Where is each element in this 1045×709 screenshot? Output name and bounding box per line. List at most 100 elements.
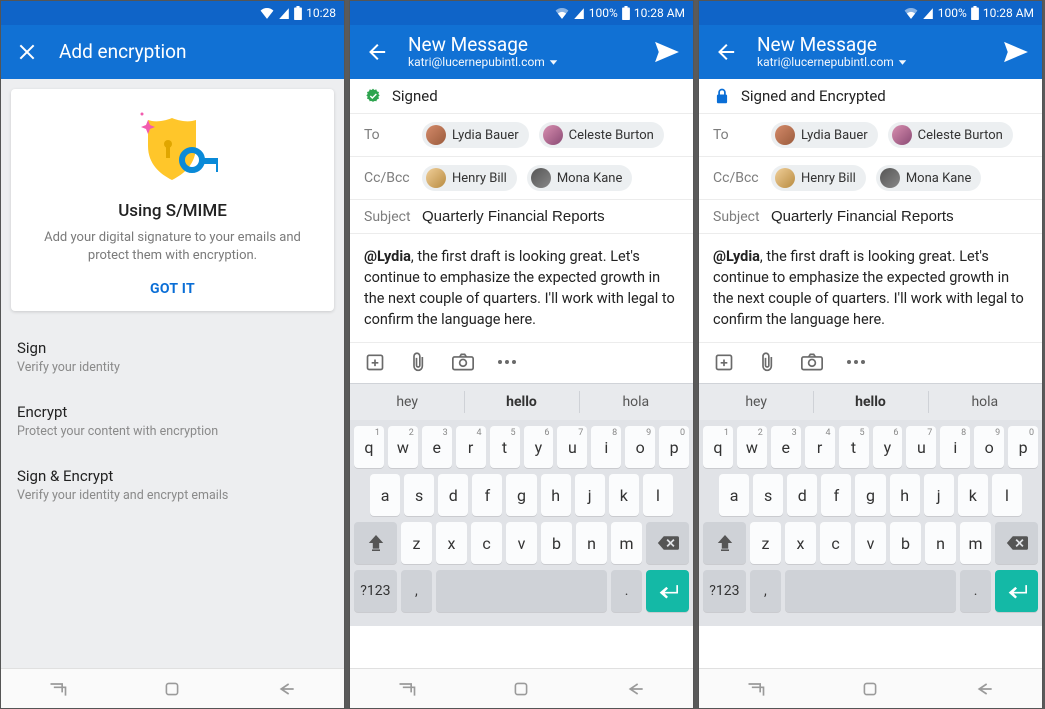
key-comma[interactable]: , — [750, 570, 781, 612]
key-v[interactable]: v — [855, 522, 886, 564]
key-enter[interactable] — [995, 570, 1038, 612]
key-j[interactable]: j — [924, 474, 954, 516]
key-b[interactable]: b — [541, 522, 572, 564]
key-space[interactable] — [785, 570, 956, 612]
key-l[interactable]: l — [643, 474, 673, 516]
camera-icon[interactable] — [801, 351, 823, 373]
back-icon[interactable] — [275, 677, 299, 701]
key-x[interactable]: x — [436, 522, 467, 564]
key-y[interactable]: y6 — [524, 426, 554, 468]
key-q[interactable]: q1 — [354, 426, 384, 468]
key-i[interactable]: i8 — [591, 426, 621, 468]
key-z[interactable]: z — [750, 522, 781, 564]
home-icon[interactable] — [858, 677, 882, 701]
key-m[interactable]: m — [611, 522, 642, 564]
recents-icon[interactable] — [46, 677, 70, 701]
key-f[interactable]: f — [472, 474, 502, 516]
send-button[interactable] — [653, 38, 681, 66]
key-k[interactable]: k — [958, 474, 988, 516]
to-row[interactable]: To Lydia Bauer Celeste Burton — [350, 114, 693, 157]
key-symbols[interactable]: ?123 — [354, 570, 397, 612]
recents-icon[interactable] — [395, 677, 419, 701]
key-comma[interactable]: , — [401, 570, 432, 612]
home-icon[interactable] — [509, 677, 533, 701]
option-sign-encrypt[interactable]: Sign & Encrypt Verify your identity and … — [11, 453, 334, 517]
recipient-chip[interactable]: Lydia Bauer — [422, 122, 529, 148]
key-b[interactable]: b — [890, 522, 921, 564]
more-icon[interactable] — [496, 351, 518, 373]
message-body[interactable]: @Lydia, the first draft is looking great… — [350, 234, 693, 343]
appbar-account[interactable]: katri@lucernepubintl.com — [757, 56, 984, 69]
key-shift[interactable] — [354, 522, 397, 564]
recipient-chip[interactable]: Mona Kane — [876, 165, 982, 191]
key-d[interactable]: d — [438, 474, 468, 516]
key-k[interactable]: k — [609, 474, 639, 516]
option-sign[interactable]: Sign Verify your identity — [11, 325, 334, 389]
key-t[interactable]: t5 — [490, 426, 520, 468]
key-m[interactable]: m — [960, 522, 991, 564]
suggestion[interactable]: hello — [813, 384, 927, 420]
security-status-row[interactable]: Signed and Encrypted — [699, 79, 1042, 114]
recipient-chip[interactable]: Celeste Burton — [888, 122, 1013, 148]
key-h[interactable]: h — [890, 474, 920, 516]
key-y[interactable]: y6 — [873, 426, 903, 468]
close-icon[interactable] — [13, 38, 41, 66]
key-p[interactable]: p0 — [659, 426, 689, 468]
back-icon[interactable] — [624, 677, 648, 701]
key-l[interactable]: l — [992, 474, 1022, 516]
key-o[interactable]: o9 — [974, 426, 1004, 468]
recipient-chip[interactable]: Lydia Bauer — [771, 122, 878, 148]
key-c[interactable]: c — [471, 522, 502, 564]
key-r[interactable]: r4 — [805, 426, 835, 468]
key-u[interactable]: u7 — [557, 426, 587, 468]
cc-row[interactable]: Cc/Bcc Henry Bill Mona Kane — [699, 157, 1042, 200]
to-row[interactable]: To Lydia Bauer Celeste Burton — [699, 114, 1042, 157]
send-button[interactable] — [1002, 38, 1030, 66]
suggestion[interactable]: hola — [579, 384, 693, 420]
calendar-add-icon[interactable] — [713, 351, 735, 373]
key-period[interactable]: . — [611, 570, 642, 612]
key-backspace[interactable] — [995, 522, 1038, 564]
key-g[interactable]: g — [855, 474, 885, 516]
key-r[interactable]: r4 — [456, 426, 486, 468]
suggestion[interactable]: hola — [928, 384, 1042, 420]
key-w[interactable]: w2 — [737, 426, 767, 468]
key-o[interactable]: o9 — [625, 426, 655, 468]
recents-icon[interactable] — [744, 677, 768, 701]
message-body[interactable]: @Lydia, the first draft is looking great… — [699, 234, 1042, 343]
key-q[interactable]: q1 — [703, 426, 733, 468]
recipient-chip[interactable]: Henry Bill — [422, 165, 517, 191]
key-period[interactable]: . — [960, 570, 991, 612]
more-icon[interactable] — [845, 351, 867, 373]
key-v[interactable]: v — [506, 522, 537, 564]
key-g[interactable]: g — [506, 474, 536, 516]
key-e[interactable]: e3 — [771, 426, 801, 468]
back-icon[interactable] — [711, 38, 739, 66]
recipient-chip[interactable]: Henry Bill — [771, 165, 866, 191]
key-e[interactable]: e3 — [422, 426, 452, 468]
key-f[interactable]: f — [821, 474, 851, 516]
calendar-add-icon[interactable] — [364, 351, 386, 373]
attachment-icon[interactable] — [408, 351, 430, 373]
key-j[interactable]: j — [575, 474, 605, 516]
key-shift[interactable] — [703, 522, 746, 564]
appbar-account[interactable]: katri@lucernepubintl.com — [408, 56, 635, 69]
key-d[interactable]: d — [787, 474, 817, 516]
key-i[interactable]: i8 — [940, 426, 970, 468]
attachment-icon[interactable] — [757, 351, 779, 373]
key-w[interactable]: w2 — [388, 426, 418, 468]
key-symbols[interactable]: ?123 — [703, 570, 746, 612]
key-a[interactable]: a — [719, 474, 749, 516]
suggestion[interactable]: hello — [464, 384, 578, 420]
security-status-row[interactable]: Signed — [350, 79, 693, 114]
key-space[interactable] — [436, 570, 607, 612]
key-s[interactable]: s — [753, 474, 783, 516]
home-icon[interactable] — [160, 677, 184, 701]
key-backspace[interactable] — [646, 522, 689, 564]
key-u[interactable]: u7 — [906, 426, 936, 468]
option-encrypt[interactable]: Encrypt Protect your content with encryp… — [11, 389, 334, 453]
key-n[interactable]: n — [925, 522, 956, 564]
got-it-button[interactable]: GOT IT — [29, 281, 316, 297]
key-enter[interactable] — [646, 570, 689, 612]
recipient-chip[interactable]: Mona Kane — [527, 165, 633, 191]
